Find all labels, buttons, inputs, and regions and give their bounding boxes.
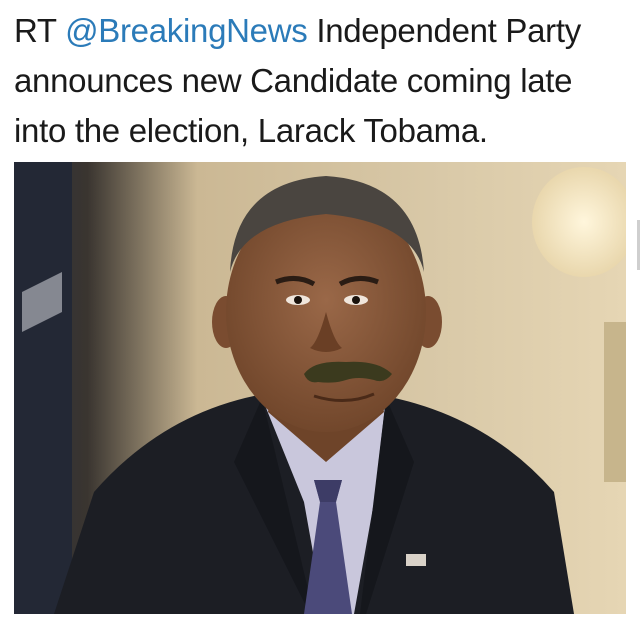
tweet-line-1: RT @BreakingNews Independent Party xyxy=(14,6,626,56)
tweet-line-1-rest: Independent Party xyxy=(316,12,581,49)
tweet-line-2: announces new Candidate coming late xyxy=(14,62,573,99)
tweet-line-3: into the election, Larack Tobama. xyxy=(14,112,488,149)
tweet-text: RT @BreakingNews Independent Party annou… xyxy=(14,6,626,156)
retweet-prefix: RT xyxy=(14,12,57,49)
tweet-photo[interactable] xyxy=(14,162,626,614)
photo-illustration xyxy=(14,162,626,614)
mention-link[interactable]: @BreakingNews xyxy=(65,12,308,49)
